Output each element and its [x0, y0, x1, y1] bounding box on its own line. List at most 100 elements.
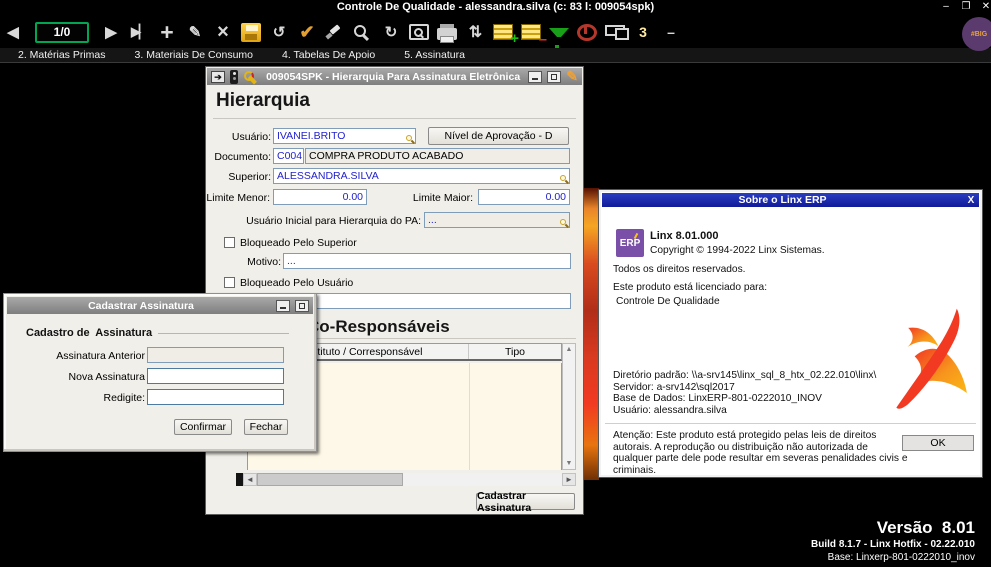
scroll-up-icon[interactable]: ▲ [566, 344, 573, 355]
fechar-button[interactable]: Fechar [244, 419, 288, 435]
hierarquia-dialog-title: 009054SPK - Hierarquia Para Assinatura E… [263, 71, 523, 83]
database-text: Base de Dados: LinxERP-801-0222010_INOV [613, 393, 822, 404]
dialog-minimize-button[interactable] [276, 300, 290, 312]
toolbar-dash: – [661, 19, 681, 45]
hierarquia-titlebar[interactable]: ➔ 009054SPK - Hierarquia Para Assinatura… [207, 68, 582, 85]
product-version: Linx 8.01.000 [650, 230, 719, 242]
motivo-label: Motivo: [236, 256, 281, 268]
column-tipo[interactable]: Tipo [469, 344, 561, 359]
column-separator [469, 363, 470, 470]
exit-icon[interactable]: ➔ [211, 71, 225, 83]
limite-maior-field[interactable]: 0.00 [478, 189, 570, 205]
cadastrar-assinatura-button[interactable]: Cadastrar Assinatura [476, 493, 575, 510]
redigite-label: Redigite: [24, 392, 145, 404]
about-dialog: Sobre o Linx ERP X ERP Linx 8.01.000 Cop… [599, 190, 982, 477]
motivo-usuario-field[interactable] [283, 293, 571, 309]
motivo-field[interactable]: ... [283, 253, 571, 269]
window-minimize-button[interactable]: – [938, 1, 954, 12]
lookup-icon[interactable] [406, 135, 415, 144]
nivel-aprovacao-button[interactable]: Nível de Aprovação - D [428, 127, 569, 145]
redigite-field[interactable] [147, 389, 284, 405]
tabbar: 2. Matérias Primas 3. Materiais De Consum… [0, 48, 991, 63]
scroll-right-icon[interactable]: ► [562, 473, 576, 486]
nova-assinatura-field[interactable] [147, 368, 284, 384]
usuario-field[interactable]: IVANEI.BRITO [273, 128, 416, 144]
documento-code-field[interactable]: C004 [273, 148, 304, 164]
record-indicator [236, 473, 243, 486]
dialog-maximize-button[interactable] [547, 71, 561, 83]
remove-item-icon[interactable] [521, 24, 541, 40]
clear-brush-icon[interactable] [325, 24, 345, 41]
about-close-button[interactable]: X [963, 195, 979, 206]
tab-4[interactable]: 4. Tabelas De Apoio [282, 49, 375, 61]
warning-text: Atenção: Este produto está protegido pel… [613, 430, 909, 476]
heading-divider [213, 118, 576, 119]
edit-record-button[interactable]: ✎ [185, 19, 205, 45]
window-title: Controle De Qualidade - alessandra.silva… [0, 0, 991, 16]
search-icon[interactable] [353, 24, 373, 41]
background-linx-logo-sliver [584, 188, 599, 480]
last-record-button[interactable]: ▶▏ [129, 19, 149, 45]
hierarchy-traffic-icon[interactable] [230, 70, 238, 84]
window-close-button[interactable]: ✕ [978, 1, 991, 12]
ok-button[interactable]: OK [902, 435, 974, 451]
window-restore-button[interactable]: ❐ [958, 1, 974, 12]
tab-2[interactable]: 2. Matérias Primas [18, 49, 106, 61]
about-titlebar[interactable]: Sobre o Linx ERP X [602, 193, 979, 207]
table-vertical-scrollbar[interactable]: ▲ ▼ [562, 343, 576, 470]
toolbar: ◀ 1/0 ▶ ▶▏ + ✎ × ↺ ✔ ↻ ⇅ 3– [0, 16, 991, 48]
session-count: 3 [633, 19, 653, 45]
documento-desc-field: COMPRA PRODUTO ACABADO [305, 148, 570, 164]
superior-field[interactable]: ALESSANDRA.SILVA [273, 168, 570, 184]
add-item-icon[interactable] [493, 24, 513, 40]
cadastro-group-heading: Cadastro de Assinatura [26, 327, 152, 339]
scroll-left-icon[interactable]: ◄ [243, 473, 257, 486]
linx-logo [887, 305, 979, 415]
tab-3[interactable]: 3. Materiais De Consumo [135, 49, 253, 61]
bloqueado-usuario-checkbox[interactable] [224, 277, 235, 288]
lookup-icon[interactable] [560, 175, 569, 184]
licensed-label: Este produto está licenciado para: [613, 282, 767, 293]
edit-pencil-icon[interactable]: ✎ [566, 68, 578, 85]
add-record-button[interactable]: + [157, 19, 177, 45]
wrench-icon[interactable] [243, 70, 258, 84]
scrollbar-track[interactable] [403, 473, 562, 486]
filter-icon[interactable] [549, 28, 569, 37]
revert-icon[interactable]: ↺ [269, 19, 289, 45]
next-record-button[interactable]: ▶ [101, 19, 121, 45]
directory-text: Diretório padrão: \\a-srv145\linx_sql_8_… [613, 370, 876, 381]
print-icon[interactable] [437, 28, 457, 40]
usuario-label: Usuário: [211, 131, 271, 143]
record-counter: 1/0 [35, 22, 89, 43]
bloqueado-usuario-label: Bloqueado Pelo Usuário [240, 277, 353, 289]
delete-record-button[interactable]: × [213, 19, 233, 45]
screens-icon[interactable] [605, 25, 625, 36]
refresh-icon[interactable]: ↻ [381, 19, 401, 45]
stop-icon[interactable] [577, 24, 597, 41]
limite-maior-label: Limite Maior: [409, 192, 473, 204]
bloqueado-superior-checkbox[interactable] [224, 237, 235, 248]
confirm-icon[interactable]: ✔ [297, 19, 317, 45]
coresponsaveis-heading: Co-Responsáveis [307, 317, 450, 337]
first-record-button[interactable]: ◀ [3, 19, 23, 45]
hierarquia-heading: Hierarquia [216, 90, 310, 112]
lookup-icon[interactable] [560, 219, 569, 228]
confirmar-button[interactable]: Confirmar [174, 419, 232, 435]
cadastrar-titlebar[interactable]: Cadastrar Assinatura [7, 297, 313, 314]
limite-menor-field[interactable]: 0.00 [273, 189, 367, 205]
server-text: Servidor: a-srv142\sql2017 [613, 382, 735, 393]
sort-az-icon[interactable]: ⇅ [465, 19, 485, 45]
about-divider [605, 423, 976, 424]
tab-5[interactable]: 5. Assinatura [404, 49, 465, 61]
dialog-minimize-button[interactable] [528, 71, 542, 83]
rights-text: Todos os direitos reservados. [613, 264, 746, 275]
scrollbar-thumb[interactable] [257, 473, 403, 486]
save-icon[interactable] [241, 23, 261, 42]
cadastrar-assinatura-dialog: Cadastrar Assinatura Cadastro de Assinat… [3, 293, 317, 452]
usuario-inicial-field[interactable]: ... [424, 212, 570, 228]
versao-text: Versão 8.01 [811, 518, 975, 538]
dialog-maximize-button[interactable] [295, 300, 309, 312]
table-horizontal-scrollbar[interactable]: ◄ ► [236, 473, 576, 486]
scroll-down-icon[interactable]: ▼ [566, 458, 573, 469]
preview-icon[interactable] [409, 24, 429, 40]
